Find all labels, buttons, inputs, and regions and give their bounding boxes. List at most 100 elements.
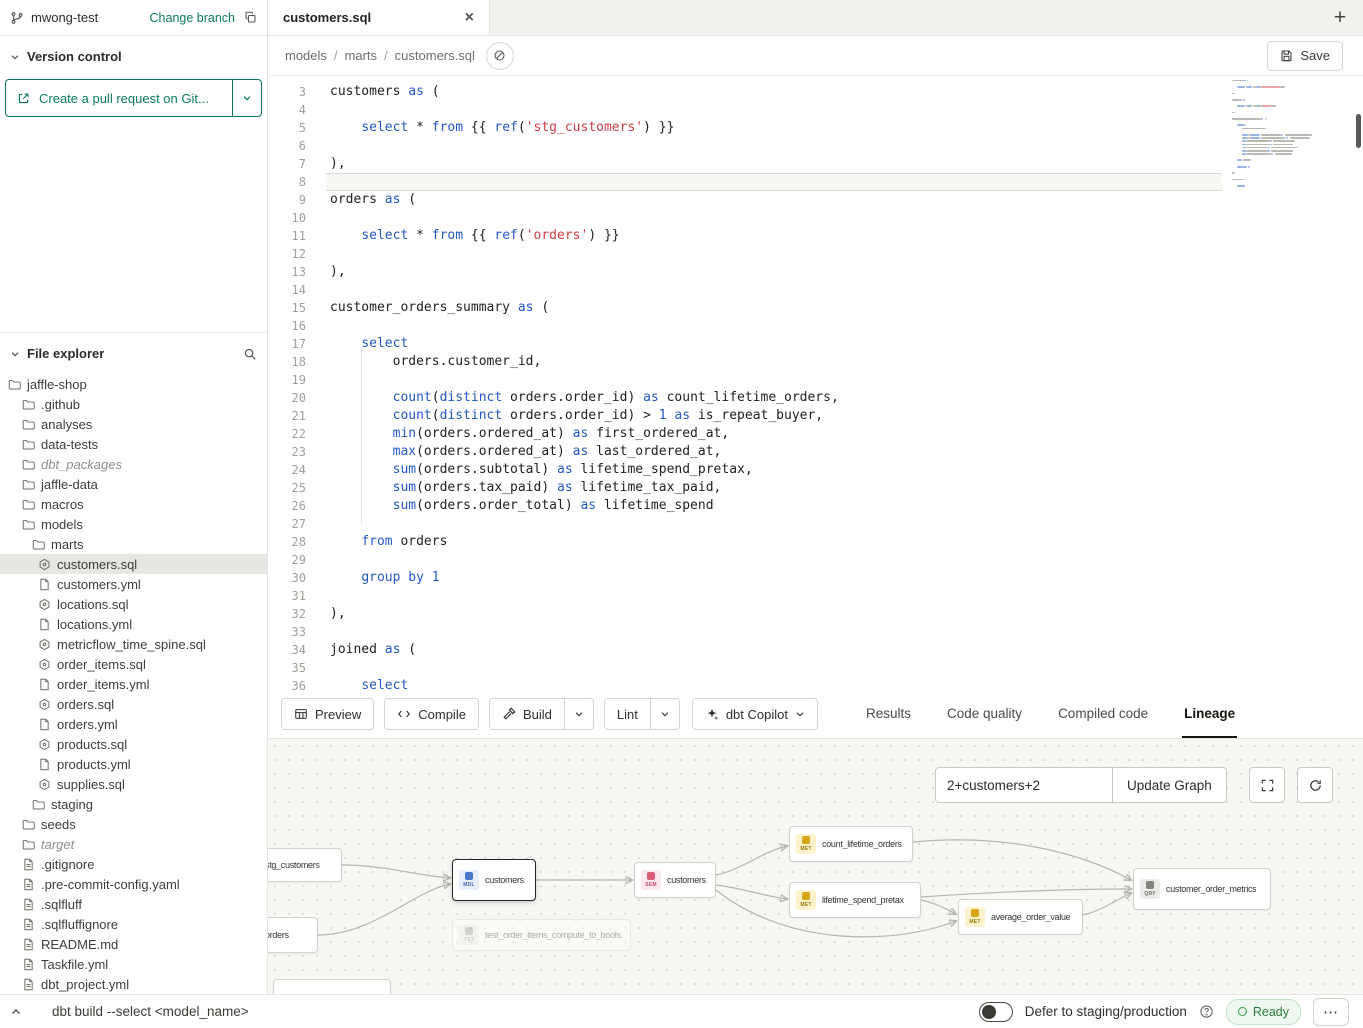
build-button[interactable]: Build — [489, 698, 565, 730]
code-line-17[interactable]: 17 select — [268, 335, 1363, 353]
update-graph-button[interactable]: Update Graph — [1113, 767, 1227, 803]
code-line-33[interactable]: 33 — [268, 623, 1363, 641]
code-line-28[interactable]: 28 from orders — [268, 533, 1363, 551]
code-line-5[interactable]: 5 select * from {{ ref('stg_customers') … — [268, 119, 1363, 137]
tree-item-target[interactable]: target — [0, 834, 267, 854]
tree-item-jaffle-shop[interactable]: jaffle-shop — [0, 374, 267, 394]
code-editor[interactable]: 3customers as (45 select * from {{ ref('… — [268, 76, 1363, 690]
code-line-32[interactable]: 32), — [268, 605, 1363, 623]
lineage-node-average_order_value[interactable]: METaverage_order_value — [958, 899, 1083, 935]
tab-customers-sql[interactable]: customers.sql × — [268, 0, 490, 35]
fullscreen-button[interactable] — [1249, 767, 1285, 803]
tree-item-jaffle-data[interactable]: jaffle-data — [0, 474, 267, 494]
tree-item-seeds[interactable]: seeds — [0, 814, 267, 834]
tree-item-products-yml[interactable]: products.yml — [0, 754, 267, 774]
lineage-node-lifetime_spend_pretax[interactable]: METlifetime_spend_pretax — [789, 882, 921, 918]
code-line-6[interactable]: 6 — [268, 137, 1363, 155]
lineage-node-customer_order_metrics[interactable]: QRYcustomer_order_metrics — [1133, 868, 1271, 910]
tab-compiled-code[interactable]: Compiled code — [1056, 690, 1150, 738]
tree-item--gitignore[interactable]: .gitignore — [0, 854, 267, 874]
code-line-4[interactable]: 4 — [268, 101, 1363, 119]
code-line-13[interactable]: 13), — [268, 263, 1363, 281]
tree-item-models[interactable]: models — [0, 514, 267, 534]
refresh-button[interactable] — [1297, 767, 1333, 803]
code-line-11[interactable]: 11 select * from {{ ref('orders') }} — [268, 227, 1363, 245]
code-line-34[interactable]: 34joined as ( — [268, 641, 1363, 659]
lineage-node-test-order-items[interactable]: TSTtest_order_items_compute_to_bools... — [452, 919, 631, 951]
breadcrumb-item[interactable]: marts — [345, 48, 378, 63]
tree-item-customers-sql[interactable]: customers.sql — [0, 554, 267, 574]
tree-item-data-tests[interactable]: data-tests — [0, 434, 267, 454]
tree-item-locations-sql[interactable]: locations.sql — [0, 594, 267, 614]
tree-item-staging[interactable]: staging — [0, 794, 267, 814]
code-line-19[interactable]: 19 — [268, 371, 1363, 389]
tree-item--pre-commit-config-yaml[interactable]: .pre-commit-config.yaml — [0, 874, 267, 894]
tree-item-taskfile-yml[interactable]: Taskfile.yml — [0, 954, 267, 974]
code-line-30[interactable]: 30 group by 1 — [268, 569, 1363, 587]
more-options-button[interactable]: ⋯ — [1313, 998, 1349, 1026]
defer-toggle[interactable] — [979, 1002, 1013, 1022]
code-line-35[interactable]: 35 — [268, 659, 1363, 677]
copy-icon[interactable] — [244, 11, 257, 24]
code-line-10[interactable]: 10 — [268, 209, 1363, 227]
lineage-node-orders[interactable]: MDLorders — [268, 917, 318, 953]
save-button[interactable]: Save — [1267, 41, 1343, 71]
tree-item-dbt-packages[interactable]: dbt_packages — [0, 454, 267, 474]
command-hint[interactable]: dbt build --select <model_name> — [52, 1004, 249, 1019]
tree-item--github[interactable]: .github — [0, 394, 267, 414]
lineage-node-customers-semantic[interactable]: SEMcustomers — [634, 862, 716, 898]
code-line-36[interactable]: 36 select — [268, 677, 1363, 690]
code-line-23[interactable]: 23 max(orders.ordered_at) as last_ordere… — [268, 443, 1363, 461]
code-line-14[interactable]: 14 — [268, 281, 1363, 299]
code-line-15[interactable]: 15customer_orders_summary as ( — [268, 299, 1363, 317]
help-icon[interactable] — [1199, 1004, 1214, 1019]
code-line-29[interactable]: 29 — [268, 551, 1363, 569]
tree-item--sqlfluff[interactable]: .sqlfluff — [0, 894, 267, 914]
tab-lineage[interactable]: Lineage — [1182, 690, 1237, 738]
tree-item-metricflow-time-spine-sql[interactable]: metricflow_time_spine.sql — [0, 634, 267, 654]
code-line-18[interactable]: 18 orders.customer_id, — [268, 353, 1363, 371]
tab-code-quality[interactable]: Code quality — [945, 690, 1024, 738]
open-in-explorer-button[interactable] — [486, 42, 514, 70]
lineage-node-clipped-node[interactable] — [273, 979, 391, 994]
compile-button[interactable]: Compile — [384, 698, 479, 730]
lineage-node-customers-model[interactable]: MDLcustomers — [452, 859, 536, 901]
breadcrumb-item[interactable]: customers.sql — [395, 48, 475, 63]
tree-item-readme-md[interactable]: README.md — [0, 934, 267, 954]
version-control-header[interactable]: Version control — [0, 36, 267, 73]
create-pull-request-dropdown[interactable] — [232, 80, 261, 116]
minimap[interactable] — [1232, 79, 1318, 187]
tree-item-orders-sql[interactable]: orders.sql — [0, 694, 267, 714]
create-pull-request-main[interactable]: Create a pull request on Git... — [6, 80, 232, 116]
tree-item-locations-yml[interactable]: locations.yml — [0, 614, 267, 634]
change-branch-link[interactable]: Change branch — [150, 11, 235, 25]
editor-scrollbar[interactable] — [1356, 114, 1361, 148]
code-line-16[interactable]: 16 — [268, 317, 1363, 335]
tree-item-order-items-sql[interactable]: order_items.sql — [0, 654, 267, 674]
tree-item-dbt-project-yml[interactable]: dbt_project.yml — [0, 974, 267, 994]
code-line-12[interactable]: 12 — [268, 245, 1363, 263]
close-icon[interactable]: × — [465, 10, 474, 26]
code-line-22[interactable]: 22 min(orders.ordered_at) as first_order… — [268, 425, 1363, 443]
build-dropdown-button[interactable] — [565, 698, 594, 730]
code-line-25[interactable]: 25 sum(orders.tax_paid) as lifetime_tax_… — [268, 479, 1363, 497]
lint-dropdown-button[interactable] — [651, 698, 680, 730]
tree-item-supplies-sql[interactable]: supplies.sql — [0, 774, 267, 794]
lineage-node-count_lifetime_orders[interactable]: METcount_lifetime_orders — [789, 826, 913, 862]
code-line-31[interactable]: 31 — [268, 587, 1363, 605]
code-line-21[interactable]: 21 count(distinct orders.order_id) > 1 a… — [268, 407, 1363, 425]
tree-item--sqlfluffignore[interactable]: .sqlfluffignore — [0, 914, 267, 934]
breadcrumb-item[interactable]: models — [285, 48, 327, 63]
tree-item-macros[interactable]: macros — [0, 494, 267, 514]
tree-item-order-items-yml[interactable]: order_items.yml — [0, 674, 267, 694]
collapse-panel-button[interactable] — [0, 1006, 32, 1018]
search-icon[interactable] — [243, 347, 257, 361]
code-line-3[interactable]: 3customers as ( — [268, 83, 1363, 101]
new-tab-button[interactable]: + — [1317, 0, 1363, 35]
file-explorer-header[interactable]: File explorer — [0, 333, 267, 370]
preview-button[interactable]: Preview — [281, 698, 374, 730]
status-badge[interactable]: Ready — [1226, 999, 1301, 1025]
tree-item-marts[interactable]: marts — [0, 534, 267, 554]
code-line-20[interactable]: 20 count(distinct orders.order_id) as co… — [268, 389, 1363, 407]
lint-button[interactable]: Lint — [604, 698, 651, 730]
